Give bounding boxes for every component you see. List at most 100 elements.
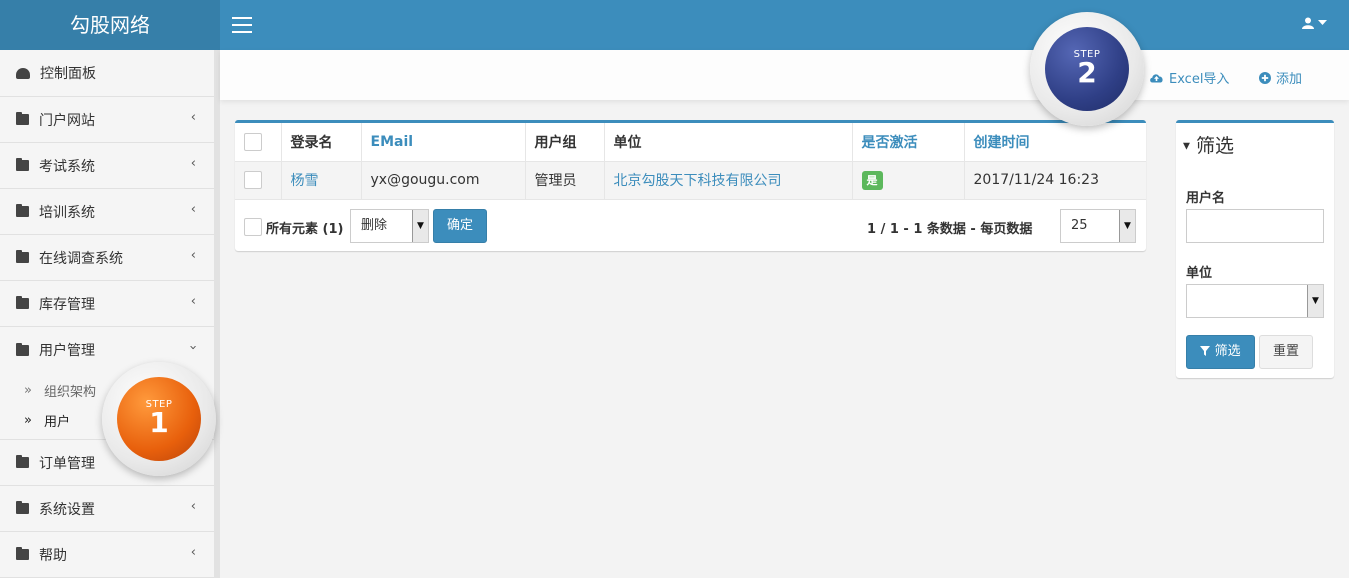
sidebar-item-label: 用户管理 [39, 343, 95, 359]
bulk-action-value: 删除 [361, 218, 388, 233]
users-table: 登录名 EMail 用户组 单位 是否激活 创建时间 杨雪 yx@gougu.c… [235, 123, 1146, 200]
filter-title[interactable]: ▼ 筛选 [1183, 131, 1234, 158]
select-all-cell [235, 123, 282, 162]
double-chevron-right-icon: » [24, 412, 32, 428]
chevron-left-icon: ‹ [190, 110, 196, 125]
filter-title-text: 筛选 [1195, 135, 1234, 157]
sidebar-item-label: 系统设置 [39, 501, 95, 518]
menu-toggle-icon[interactable] [232, 17, 252, 33]
caret-down-icon: ▼ [1119, 210, 1135, 242]
col-unit[interactable]: 单位 [604, 123, 853, 162]
caret-down-icon: ▼ [412, 210, 428, 242]
step-2-badge: STEP 2 [1030, 12, 1144, 126]
chevron-left-icon: ‹ [190, 202, 196, 217]
sidebar-item-exam[interactable]: 考试系统 ‹ [0, 143, 214, 189]
confirm-button[interactable]: 确定 [433, 209, 487, 243]
folder-icon [16, 158, 29, 171]
username-label: 用户名 [1186, 191, 1226, 206]
cell-unit[interactable]: 北京勾股天下科技有限公司 [604, 161, 853, 200]
username-input[interactable] [1186, 209, 1324, 243]
caret-down-icon: ▼ [1183, 141, 1190, 152]
sidebar-item-survey[interactable]: 在线调查系统 ‹ [0, 235, 214, 281]
sidebar-item-label: 控制面板 [40, 66, 96, 82]
unit-label: 单位 [1186, 266, 1213, 281]
reset-button[interactable]: 重置 [1259, 335, 1313, 369]
folder-icon [16, 250, 29, 263]
step-1-badge: STEP 1 [102, 362, 216, 476]
folder-icon [16, 342, 29, 356]
filter-icon [1200, 346, 1211, 356]
sidebar-item-label: 在线调查系统 [39, 250, 123, 267]
page-size-value: 25 [1071, 218, 1088, 233]
sidebar-subitem-label: 组织架构 [43, 384, 96, 400]
chevron-left-icon: ‹ [190, 499, 196, 514]
user-icon [1302, 17, 1314, 29]
caret-down-icon [1318, 20, 1327, 25]
select-all-checkbox[interactable] [244, 132, 262, 151]
filter-button[interactable]: 筛选 [1186, 335, 1255, 369]
sidebar-item-training[interactable]: 培训系统 ‹ [0, 189, 214, 235]
table-row: 杨雪 yx@gougu.com 管理员 北京勾股天下科技有限公司 是 2017/… [235, 161, 1146, 200]
sidebar-item-label: 订单管理 [39, 455, 95, 472]
filter-button-label: 筛选 [1214, 344, 1241, 359]
sidebar-item-dashboard[interactable]: 控制面板 [0, 50, 214, 97]
content-header: Excel导入 添加 [220, 50, 1349, 100]
double-chevron-right-icon: » [24, 382, 32, 398]
cell-created: 2017/11/24 16:23 [964, 161, 1146, 200]
step-number: 1 [149, 406, 169, 439]
sidebar-item-inventory[interactable]: 库存管理 ‹ [0, 281, 214, 327]
cell-login[interactable]: 杨雪 [281, 161, 362, 200]
users-table-box: 登录名 EMail 用户组 单位 是否激活 创建时间 杨雪 yx@gougu.c… [235, 120, 1146, 251]
row-checkbox[interactable] [244, 171, 262, 189]
all-elements-label: 所有元素 (1) [266, 222, 344, 237]
cloud-upload-icon [1150, 74, 1163, 83]
page-size-select[interactable]: 25 ▼ [1060, 209, 1136, 243]
col-active[interactable]: 是否激活 [852, 123, 965, 162]
user-menu[interactable] [1302, 17, 1327, 29]
add-label: 添加 [1276, 72, 1303, 87]
cell-email: yx@gougu.com [361, 161, 526, 200]
folder-icon [16, 501, 29, 514]
col-group[interactable]: 用户组 [525, 123, 605, 162]
unit-select[interactable]: ▼ [1186, 284, 1324, 318]
excel-import-label: Excel导入 [1169, 72, 1230, 87]
chevron-left-icon: ‹ [190, 248, 196, 263]
plus-circle-icon [1259, 71, 1271, 84]
folder-icon [16, 204, 29, 217]
col-created[interactable]: 创建时间 [964, 123, 1146, 162]
chevron-left-icon: ‹ [190, 156, 196, 171]
pagination-info: 1 / 1 - 1 条数据 - 每页数据 [867, 222, 1033, 237]
sidebar-item-label: 帮助 [39, 547, 67, 564]
filter-panel: ▼ 筛选 用户名 单位 ▼ 筛选 重置 [1176, 120, 1334, 378]
bulk-action-select[interactable]: 删除 ▼ [350, 209, 429, 243]
chevron-left-icon: ‹ [190, 545, 196, 560]
cell-group: 管理员 [525, 161, 605, 200]
sidebar-item-label: 考试系统 [39, 158, 95, 175]
sidebar-item-portal[interactable]: 门户网站 ‹ [0, 97, 214, 143]
sidebar: 控制面板 门户网站 ‹ 考试系统 ‹ 培训系统 ‹ 在线调查系统 ‹ 库存管理 … [0, 50, 220, 578]
active-badge: 是 [861, 171, 883, 190]
dashboard-icon [16, 67, 30, 79]
sidebar-item-settings[interactable]: 系统设置 ‹ [0, 486, 214, 532]
folder-icon [16, 547, 29, 560]
sidebar-item-label: 门户网站 [39, 112, 95, 129]
sidebar-subitem-label: 用户 [43, 414, 70, 430]
select-all-footer-checkbox[interactable] [244, 218, 262, 236]
col-login[interactable]: 登录名 [281, 123, 362, 162]
chevron-left-icon: ‹ [190, 294, 196, 309]
folder-icon [16, 455, 29, 468]
add-button[interactable]: 添加 [1259, 68, 1302, 87]
step-number: 2 [1077, 56, 1097, 89]
folder-icon [16, 296, 29, 309]
sidebar-item-label: 库存管理 [39, 296, 95, 313]
sidebar-item-help[interactable]: 帮助 ‹ [0, 532, 214, 578]
step-2-inner: STEP 2 [1045, 27, 1129, 111]
row-select-cell [235, 161, 282, 200]
brand-logo[interactable]: 勾股网络 [0, 0, 220, 50]
col-email[interactable]: EMail [361, 123, 526, 162]
cell-active: 是 [852, 161, 965, 200]
folder-icon [16, 112, 29, 125]
excel-import-button[interactable]: Excel导入 [1149, 68, 1229, 87]
table-footer: 所有元素 (1) 删除 ▼ 确定 1 / 1 - 1 条数据 - 每页数据 25… [235, 202, 1146, 252]
step-1-inner: STEP 1 [117, 377, 201, 461]
